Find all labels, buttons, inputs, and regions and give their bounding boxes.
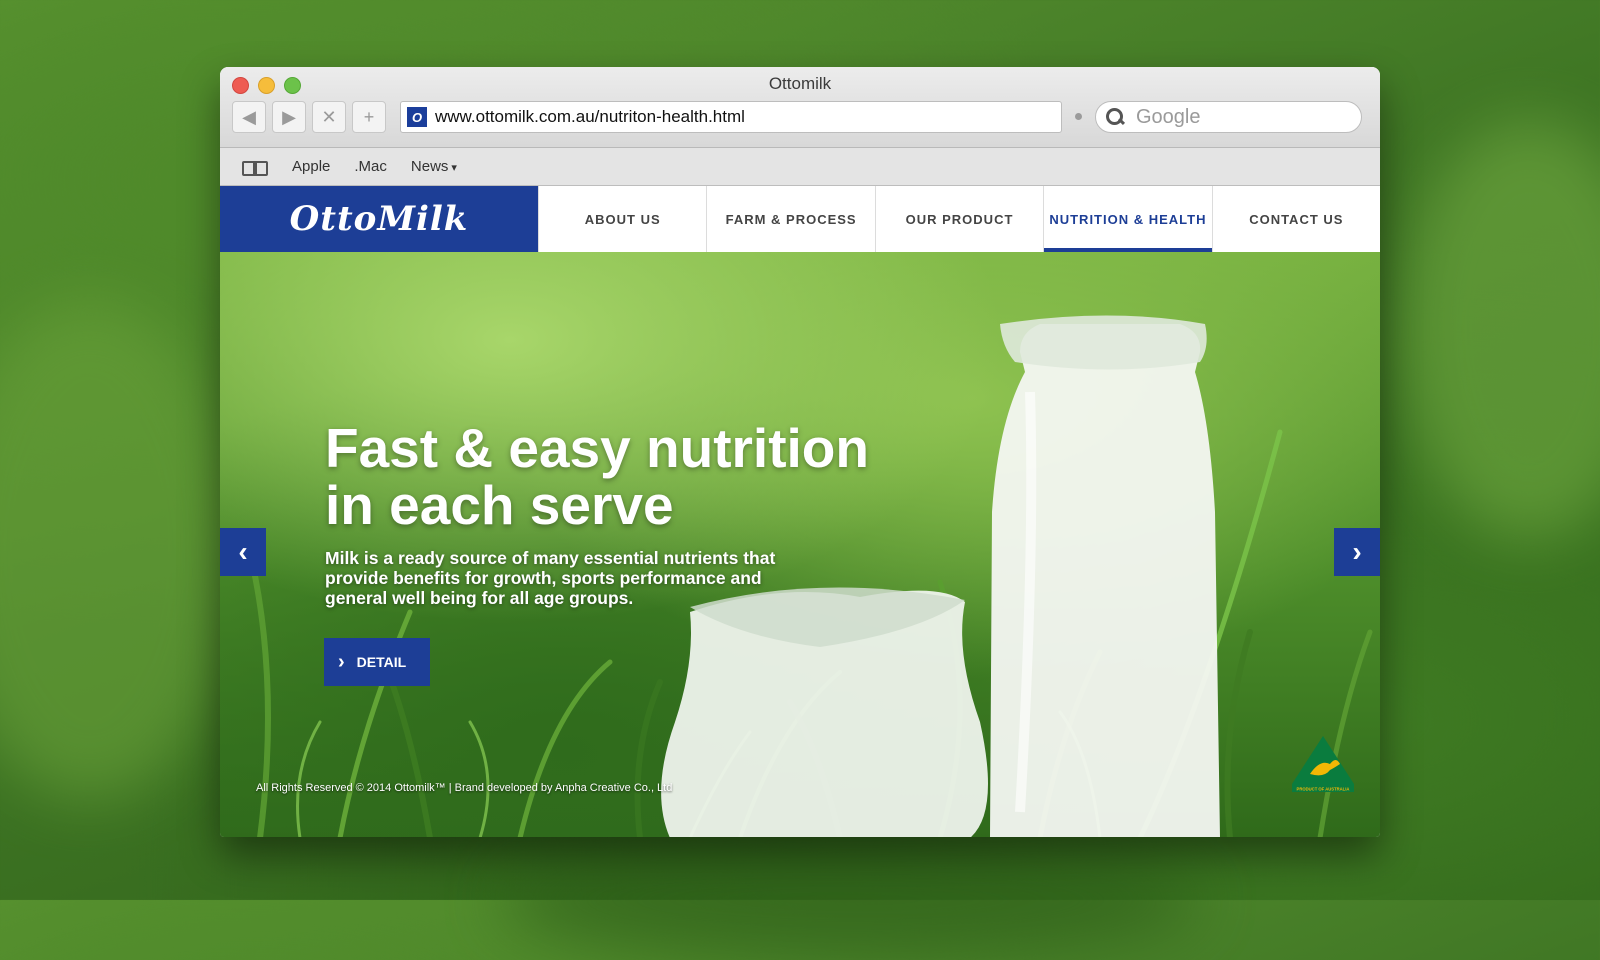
toolbar-separator-dot [1075, 113, 1082, 120]
main-menu: ABOUT US FARM & PROCESS OUR PRODUCT NUTR… [538, 186, 1380, 252]
forward-button[interactable]: ▶ [272, 101, 306, 133]
logo-text: OttoMilk [289, 199, 469, 239]
chevron-down-icon: ▾ [451, 162, 457, 174]
milk-bottle-image [990, 315, 1220, 837]
bookmark-apple[interactable]: Apple [292, 158, 330, 175]
footer-copyright: All Rights Reserved © 2014 Ottomilk™ | B… [256, 782, 673, 794]
bookmark-mac[interactable]: .Mac [354, 158, 387, 175]
menu-item-contact-us[interactable]: CONTACT US [1211, 186, 1380, 252]
search-field[interactable]: Google [1095, 101, 1362, 133]
url-text[interactable]: www.ottomilk.com.au/nutriton-health.html [435, 107, 745, 127]
menu-item-about-us[interactable]: ABOUT US [538, 186, 706, 252]
title-bar: Ottomilk ◀ ▶ ✕ + O www.ottomilk.com.au/n… [220, 67, 1380, 148]
background-blur [500, 840, 1200, 960]
next-slide-button[interactable]: › [1334, 528, 1380, 576]
hero-background-image [247, 315, 1373, 837]
site-logo[interactable]: OttoMilk [220, 186, 538, 252]
open-book-icon[interactable] [242, 159, 268, 176]
favicon-icon: O [407, 107, 427, 127]
background-blur [0, 300, 240, 800]
menu-item-nutrition-health[interactable]: NUTRITION & HEALTH [1043, 186, 1213, 252]
background-blur [1400, 120, 1600, 540]
hero-description: Milk is a ready source of many essential… [325, 548, 776, 608]
detail-button-label: DETAIL [356, 654, 407, 670]
chevron-right-icon: › [338, 651, 345, 673]
stop-button[interactable]: ✕ [312, 101, 346, 133]
bookmark-news[interactable]: News ▾ [411, 158, 457, 175]
site-navigation: OttoMilk ABOUT US FARM & PROCESS OUR PRO… [220, 186, 1380, 252]
badge-text: PRODUCT OF AUSTRALIA [1297, 787, 1350, 792]
browser-window: Ottomilk ◀ ▶ ✕ + O www.ottomilk.com.au/n… [220, 67, 1380, 837]
bookmark-news-label: News [410, 158, 449, 175]
previous-slide-button[interactable]: ‹ [220, 528, 266, 576]
menu-item-our-product[interactable]: OUR PRODUCT [874, 186, 1043, 252]
detail-button[interactable]: › DETAIL [324, 638, 430, 686]
hero-title-line-2: in each serve [325, 474, 674, 536]
milk-jug-image [661, 587, 988, 837]
bookmarks-bar: Apple .Mac News ▾ [220, 148, 1380, 186]
hero-title-line-1: Fast & easy nutrition [325, 417, 869, 479]
browser-nav-buttons: ◀ ▶ ✕ + [232, 101, 386, 133]
kangaroo-triangle-icon: PRODUCT OF AUSTRALIA [1292, 736, 1354, 792]
window-title: Ottomilk [768, 74, 832, 93]
menu-item-farm-process[interactable]: FARM & PROCESS [706, 186, 874, 252]
add-bookmark-button[interactable]: + [352, 101, 386, 133]
search-placeholder: Google [1136, 105, 1201, 128]
hero-slider: Fast & easy nutrition in each serve Milk … [220, 252, 1380, 837]
magnifier-icon [1106, 107, 1130, 127]
hero-title: Fast & easy nutrition in each serve [325, 420, 965, 534]
address-bar[interactable]: O www.ottomilk.com.au/nutriton-health.ht… [400, 101, 1062, 133]
back-button[interactable]: ◀ [232, 101, 266, 133]
